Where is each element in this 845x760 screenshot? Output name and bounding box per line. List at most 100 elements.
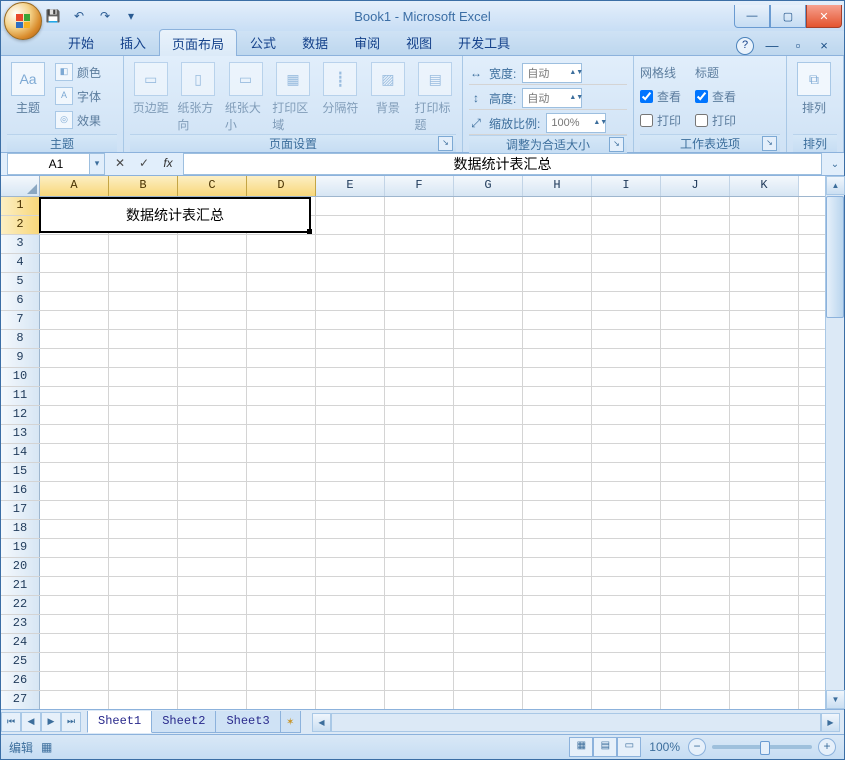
cell-G7[interactable]: [454, 311, 523, 329]
column-header-G[interactable]: G: [454, 176, 523, 196]
cell-E12[interactable]: [316, 406, 385, 424]
formula-input[interactable]: 数据统计表汇总: [183, 153, 822, 175]
cell-B21[interactable]: [109, 577, 178, 595]
cell-I23[interactable]: [592, 615, 661, 633]
cell-H2[interactable]: [523, 216, 592, 234]
cell-F20[interactable]: [385, 558, 454, 576]
cell-F22[interactable]: [385, 596, 454, 614]
cell-B6[interactable]: [109, 292, 178, 310]
cell-A15[interactable]: [40, 463, 109, 481]
sheet-nav-first-icon[interactable]: ⏮: [1, 712, 21, 732]
cell-E20[interactable]: [316, 558, 385, 576]
cell-F21[interactable]: [385, 577, 454, 595]
cell-H6[interactable]: [523, 292, 592, 310]
merged-cell-a1-d2[interactable]: 数据统计表汇总: [39, 197, 311, 233]
cell-B23[interactable]: [109, 615, 178, 633]
zoom-value[interactable]: 100%: [649, 740, 680, 754]
gridlines-print-checkbox[interactable]: 打印: [640, 110, 681, 130]
cell-D25[interactable]: [247, 653, 316, 671]
cell-A9[interactable]: [40, 349, 109, 367]
print-area-button[interactable]: ▦打印区域: [272, 62, 313, 133]
cell-J15[interactable]: [661, 463, 730, 481]
cell-H3[interactable]: [523, 235, 592, 253]
cell-E22[interactable]: [316, 596, 385, 614]
cell-C19[interactable]: [178, 539, 247, 557]
cell-E15[interactable]: [316, 463, 385, 481]
cell-I20[interactable]: [592, 558, 661, 576]
margins-button[interactable]: ▭页边距: [130, 62, 171, 116]
cell-J14[interactable]: [661, 444, 730, 462]
save-icon[interactable]: 💾: [43, 6, 63, 26]
cell-K17[interactable]: [730, 501, 799, 519]
cell-D16[interactable]: [247, 482, 316, 500]
cell-J8[interactable]: [661, 330, 730, 348]
sheet-nav-next-icon[interactable]: ▶: [41, 712, 61, 732]
cell-J10[interactable]: [661, 368, 730, 386]
cell-F3[interactable]: [385, 235, 454, 253]
cell-J25[interactable]: [661, 653, 730, 671]
vertical-scrollbar[interactable]: ▲ ▼: [825, 176, 844, 709]
cell-K10[interactable]: [730, 368, 799, 386]
cell-A23[interactable]: [40, 615, 109, 633]
row-header-2[interactable]: 2: [1, 216, 40, 234]
cell-I24[interactable]: [592, 634, 661, 652]
cell-J13[interactable]: [661, 425, 730, 443]
macro-record-icon[interactable]: ▦: [41, 740, 52, 754]
cell-A27[interactable]: [40, 691, 109, 709]
cell-I21[interactable]: [592, 577, 661, 595]
cell-E13[interactable]: [316, 425, 385, 443]
tab-insert[interactable]: 插入: [107, 28, 159, 55]
cell-A19[interactable]: [40, 539, 109, 557]
minimize-button[interactable]: —: [734, 5, 770, 28]
cell-C22[interactable]: [178, 596, 247, 614]
cell-A21[interactable]: [40, 577, 109, 595]
cell-G1[interactable]: [454, 197, 523, 215]
cell-I15[interactable]: [592, 463, 661, 481]
cell-H23[interactable]: [523, 615, 592, 633]
cell-I25[interactable]: [592, 653, 661, 671]
view-pagebreak-icon[interactable]: ▭: [617, 737, 641, 757]
cell-J21[interactable]: [661, 577, 730, 595]
cell-A24[interactable]: [40, 634, 109, 652]
cell-E16[interactable]: [316, 482, 385, 500]
row-header-20[interactable]: 20: [1, 558, 40, 576]
cell-G21[interactable]: [454, 577, 523, 595]
cell-E2[interactable]: [316, 216, 385, 234]
cell-B13[interactable]: [109, 425, 178, 443]
cell-G2[interactable]: [454, 216, 523, 234]
gridlines-view-checkbox[interactable]: 查看: [640, 86, 681, 106]
cell-D19[interactable]: [247, 539, 316, 557]
cell-F8[interactable]: [385, 330, 454, 348]
vscroll-thumb[interactable]: [826, 196, 844, 318]
cell-H22[interactable]: [523, 596, 592, 614]
column-header-F[interactable]: F: [385, 176, 454, 196]
cell-B7[interactable]: [109, 311, 178, 329]
cell-A25[interactable]: [40, 653, 109, 671]
cell-I11[interactable]: [592, 387, 661, 405]
cell-K22[interactable]: [730, 596, 799, 614]
cell-G13[interactable]: [454, 425, 523, 443]
sheet-nav-prev-icon[interactable]: ◀: [21, 712, 41, 732]
headings-print-checkbox[interactable]: 打印: [695, 110, 736, 130]
fx-icon[interactable]: fx: [157, 153, 179, 175]
cell-C23[interactable]: [178, 615, 247, 633]
cell-J9[interactable]: [661, 349, 730, 367]
cell-H5[interactable]: [523, 273, 592, 291]
cell-C4[interactable]: [178, 254, 247, 272]
cell-F19[interactable]: [385, 539, 454, 557]
cell-A13[interactable]: [40, 425, 109, 443]
cell-I26[interactable]: [592, 672, 661, 690]
scroll-up-icon[interactable]: ▲: [826, 176, 845, 195]
cell-C11[interactable]: [178, 387, 247, 405]
cell-I7[interactable]: [592, 311, 661, 329]
cell-G18[interactable]: [454, 520, 523, 538]
print-titles-button[interactable]: ▤打印标题: [415, 62, 456, 133]
cell-C17[interactable]: [178, 501, 247, 519]
cell-G5[interactable]: [454, 273, 523, 291]
cell-E10[interactable]: [316, 368, 385, 386]
cell-J23[interactable]: [661, 615, 730, 633]
cell-J19[interactable]: [661, 539, 730, 557]
cell-K6[interactable]: [730, 292, 799, 310]
cell-H16[interactable]: [523, 482, 592, 500]
scale-launcher-icon[interactable]: ↘: [609, 137, 624, 152]
